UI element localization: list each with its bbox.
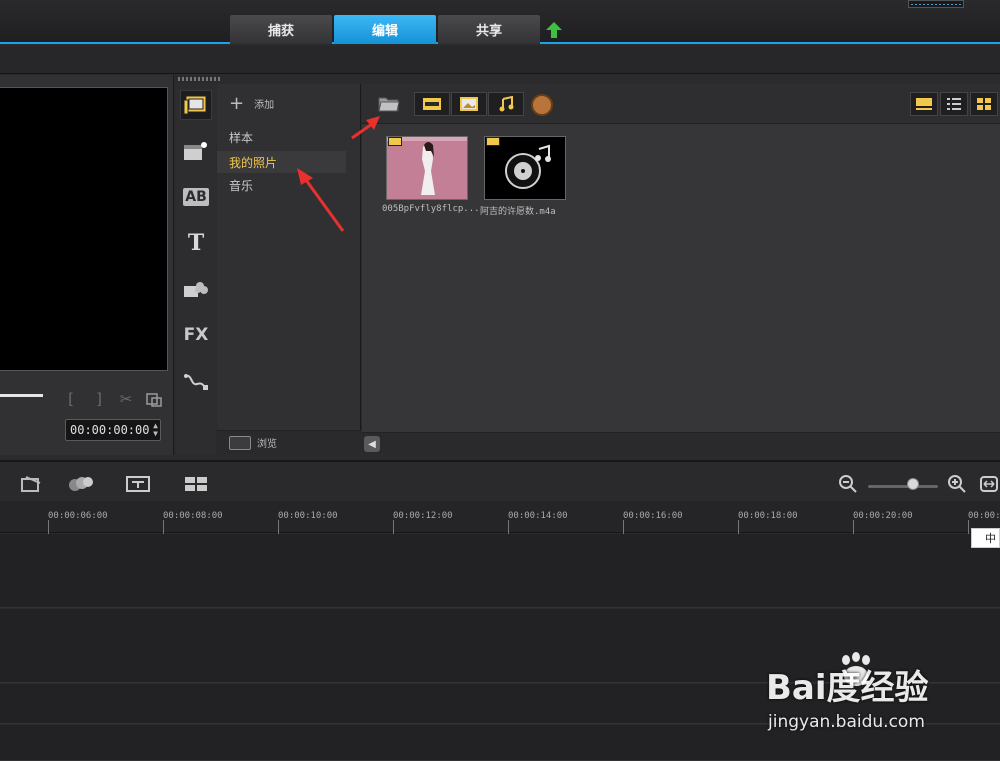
filmstrip-icon <box>423 98 441 110</box>
show-photos-button[interactable] <box>451 92 487 116</box>
list-view-icon <box>947 98 961 110</box>
panel-grip[interactable] <box>178 77 222 81</box>
scrubber-bar[interactable] <box>0 394 43 397</box>
watermark-site-text: jingyan.baidu.com <box>768 712 925 732</box>
timecode-value: 00:00:00:00 <box>70 423 150 437</box>
fx-filter-icon[interactable]: FX <box>180 320 212 350</box>
tab-capture[interactable]: 捕获 <box>230 15 332 44</box>
folder-panel: + 添加 样本 我的照片 音乐 浏览 <box>217 84 361 454</box>
tab-edit[interactable]: 编辑 <box>334 15 436 44</box>
view-grid-button[interactable] <box>970 92 998 116</box>
transition-icon[interactable]: AB <box>180 182 212 212</box>
fit-project-icon[interactable] <box>980 475 998 493</box>
thumbnail-view-icon <box>916 98 932 110</box>
title-icon[interactable]: T <box>180 228 212 258</box>
zoom-in-icon[interactable] <box>948 475 966 493</box>
zoom-slider-knob[interactable] <box>907 478 919 490</box>
web-content-icon[interactable] <box>531 94 553 116</box>
audio-type-badge <box>486 137 500 146</box>
folder-item-my-photos[interactable]: 我的照片 <box>217 151 346 173</box>
ruler-tick-label: 00:00:10:00 <box>278 511 338 534</box>
video-type-badge <box>388 137 402 146</box>
library-item-caption: 阿吉的许愿数.m4a <box>480 207 556 217</box>
music-note-icon <box>499 96 514 112</box>
mark-out-icon[interactable]: ] <box>90 390 108 408</box>
timecode-spinner[interactable]: ▲ ▼ <box>153 422 158 438</box>
library-category-bar: AB T FX <box>176 84 216 454</box>
add-folder-label: 添加 <box>254 100 275 111</box>
browse-icon <box>229 435 251 450</box>
ruler-tick-label: 00:00:08:00 <box>163 511 223 534</box>
zoom-out-icon[interactable] <box>839 475 857 493</box>
mark-in-icon[interactable]: [ <box>62 390 80 408</box>
media-icon[interactable] <box>180 90 212 120</box>
folder-item-samples[interactable]: 样本 <box>217 126 346 148</box>
top-bar: 捕获 编辑 共享 <box>0 0 1000 44</box>
title-label: T <box>187 230 205 256</box>
folder-item-music[interactable]: 音乐 <box>217 174 346 196</box>
ruler-tick-label: 00:00:18:00 <box>738 511 798 534</box>
show-videos-button[interactable] <box>414 92 450 116</box>
multi-trim-icon[interactable] <box>184 475 208 493</box>
path-icon[interactable] <box>180 366 212 396</box>
timeline-track[interactable] <box>0 534 1000 608</box>
menu-strip <box>0 46 1000 74</box>
track-manager-icon[interactable] <box>20 475 42 493</box>
library-item-audio[interactable]: 阿吉的许愿数.m4a <box>480 134 578 218</box>
view-thumbnail-button[interactable] <box>910 92 938 116</box>
grid-view-icon <box>977 98 991 110</box>
baidu-watermark: Bai度经验 jingyan.baidu.com <box>766 652 966 740</box>
timeline-ruler[interactable]: 00:00:06:00 00:00:08:00 00:00:10:00 00:0… <box>0 501 1000 534</box>
library-toolbar <box>362 84 1000 124</box>
ruler-tick-label: 00:00:12:00 <box>393 511 453 534</box>
ruler-tick-label: 00:00:16:00 <box>623 511 683 534</box>
workspace-tabs: 捕获 编辑 共享 <box>230 15 542 44</box>
level-meter <box>908 0 964 8</box>
import-folder-icon[interactable] <box>378 95 400 116</box>
scroll-left-button[interactable]: ◀ <box>364 436 380 452</box>
library-panel: 005BpFvfly8flcp... 阿吉的许愿数.m4a ◀ <box>362 84 1000 454</box>
ruler-tick-label: 00:00:14:00 <box>508 511 568 534</box>
browse-button[interactable]: 浏览 <box>217 430 361 454</box>
split-scissors-icon[interactable]: ✂ <box>117 390 135 408</box>
timeline-toolbar <box>0 460 1000 500</box>
preview-screen <box>0 87 168 371</box>
view-list-button[interactable] <box>940 92 968 116</box>
transition-label: AB <box>183 188 209 206</box>
instant-project-icon[interactable] <box>180 136 212 166</box>
zoom-slider-track[interactable] <box>868 485 938 488</box>
show-audio-button[interactable] <box>488 92 524 116</box>
add-folder-button[interactable]: + 添加 <box>229 92 275 114</box>
ruler-tick-label: 00:00:06:00 <box>48 511 108 534</box>
watermark-logo-text: Bai度经验 <box>766 668 929 708</box>
chapter-cue-icon[interactable] <box>67 475 95 493</box>
library-item-video[interactable]: 005BpFvfly8flcp... <box>382 134 480 218</box>
preview-panel: [ ] ✂ 00:00:00:00 ▲ ▼ <box>0 75 174 455</box>
fx-label: FX <box>183 325 209 345</box>
library-scrollbar: ◀ <box>362 432 1000 454</box>
library-item-caption: 005BpFvfly8flcp... <box>382 204 480 214</box>
photo-icon <box>460 97 478 111</box>
ruler-tick-label: 00:00:20:00 <box>853 511 913 534</box>
subtitle-editor-icon[interactable] <box>126 475 150 493</box>
browse-label: 浏览 <box>257 439 277 450</box>
tab-share[interactable]: 共享 <box>438 15 540 44</box>
ime-label: 中 <box>985 532 996 545</box>
timecode-field[interactable]: 00:00:00:00 ▲ ▼ <box>65 419 161 441</box>
enlarge-icon[interactable] <box>145 390 163 408</box>
graphic-icon[interactable] <box>180 274 212 304</box>
plus-icon: + <box>229 92 245 114</box>
upload-arrow-icon[interactable] <box>545 21 563 39</box>
ime-indicator[interactable]: 中 <box>971 528 1000 548</box>
ruler-tick-label: 00:00:2 <box>968 511 1000 534</box>
